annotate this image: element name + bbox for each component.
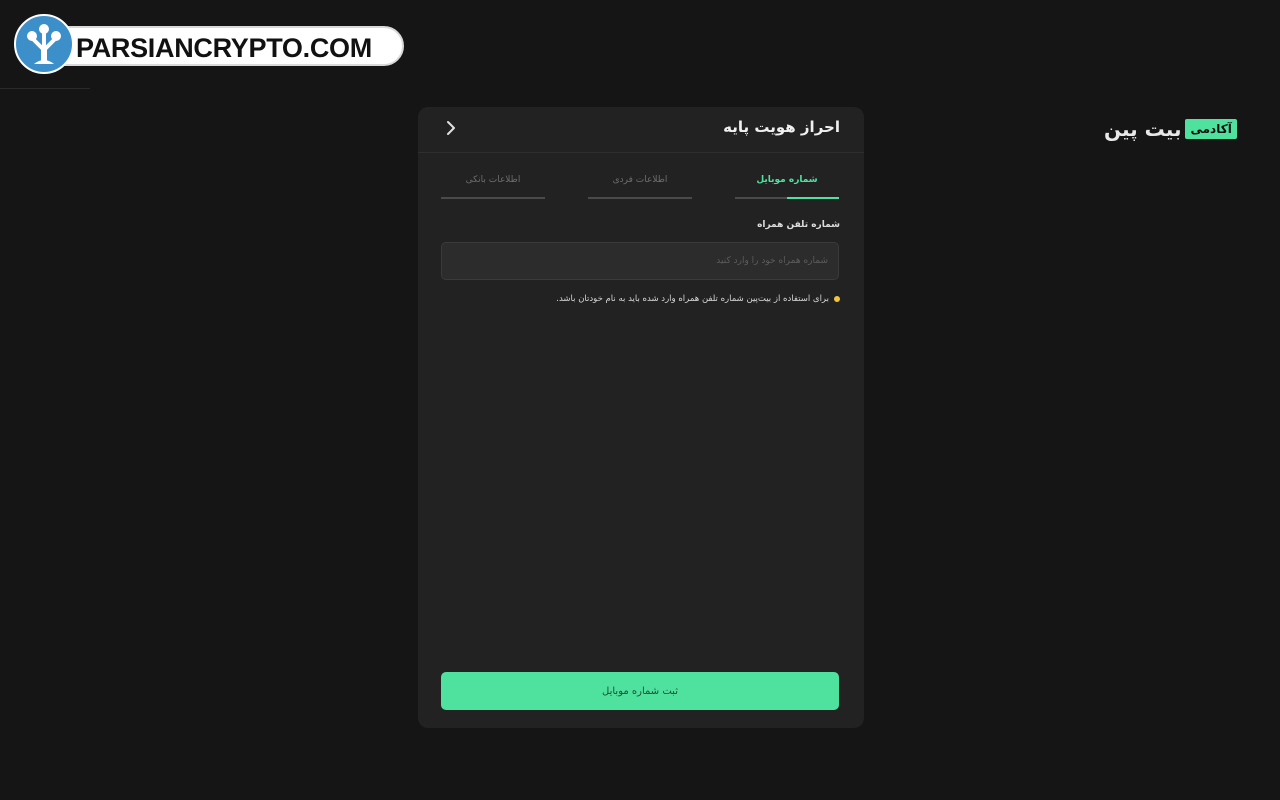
step-bar — [735, 197, 839, 199]
phone-input[interactable] — [441, 242, 839, 280]
phone-field-label: شماره تلفن همراه — [757, 220, 840, 230]
step-label: اطلاعات بانکی — [465, 175, 521, 185]
tree-logo-icon — [14, 14, 74, 74]
step-personal-info[interactable]: اطلاعات فردی — [588, 173, 692, 199]
step-mobile[interactable]: شماره موبایل — [735, 173, 839, 199]
bullet-dot-icon — [834, 296, 840, 302]
note-text: برای استفاده از بیت‌پین شماره تلفن همراه… — [556, 294, 829, 304]
submit-mobile-button[interactable]: ثبت شماره موبایل — [441, 672, 839, 710]
info-note: برای استفاده از بیت‌پین شماره تلفن همراه… — [556, 294, 840, 304]
chevron-right-icon — [445, 120, 457, 140]
step-label: شماره موبایل — [756, 175, 818, 185]
step-label: اطلاعات فردی — [612, 175, 668, 185]
card-header: احراز هویت پایه — [418, 107, 864, 153]
step-bar — [441, 197, 545, 199]
brand-logo[interactable]: بیت پین آکادمی — [1104, 116, 1237, 142]
step-bar — [588, 197, 692, 199]
stepper: شماره موبایل اطلاعات فردی اطلاعات بانکی — [441, 173, 839, 199]
brand-badge: آکادمی — [1185, 119, 1237, 139]
verification-card: احراز هویت پایه شماره موبایل اطلاعات فرد… — [418, 107, 864, 728]
watermark-text: PARSIANCRYPTO.COM — [76, 33, 372, 63]
divider — [0, 88, 90, 89]
brand-name: بیت پین — [1104, 117, 1182, 141]
back-button[interactable] — [440, 119, 462, 141]
page-title: احراز هویت پایه — [723, 118, 840, 136]
step-progress — [787, 197, 839, 199]
step-bank-info[interactable]: اطلاعات بانکی — [441, 173, 545, 199]
